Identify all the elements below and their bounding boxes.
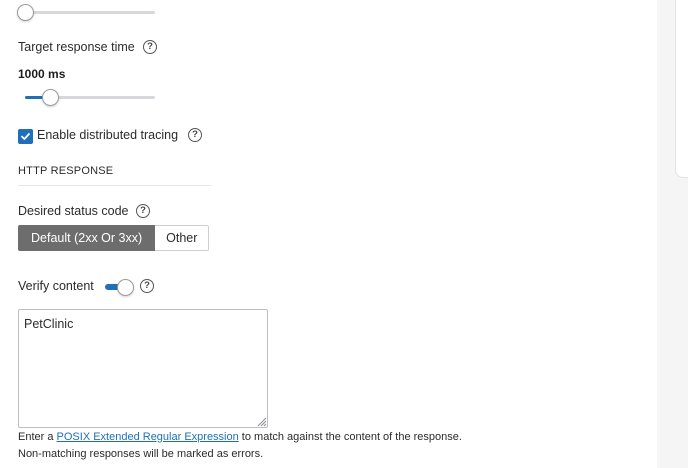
verify-content-label: Verify content	[18, 279, 94, 293]
resize-grip-icon[interactable]	[255, 415, 267, 427]
hint-suffix: to match against the content of the resp…	[238, 431, 462, 443]
target-response-slider[interactable]	[25, 89, 155, 106]
verify-content-textarea[interactable]	[18, 309, 268, 428]
target-response-value: 1000 ms	[18, 67, 66, 81]
check-icon	[21, 133, 30, 140]
status-code-segmented-control: Default (2xx Or 3xx) Other	[18, 225, 210, 251]
top-slider[interactable]	[17, 4, 155, 21]
help-circle-icon[interactable]: ?	[188, 128, 202, 142]
slider-thumb[interactable]	[17, 4, 34, 21]
toggle-thumb[interactable]	[117, 279, 134, 296]
tracing-label[interactable]: Enable distributed tracing	[37, 128, 178, 142]
posix-regex-link[interactable]: POSIX Extended Regular Expression	[57, 431, 239, 443]
status-code-label: Desired status code	[18, 204, 129, 218]
section-divider	[18, 185, 211, 186]
section-title: HTTP RESPONSE	[18, 165, 114, 177]
hint-line-2: Non-matching responses will be marked as…	[18, 448, 264, 460]
target-response-label: Target response time	[18, 40, 135, 54]
regex-hint: Enter a POSIX Extended Regular Expressio…	[18, 431, 462, 443]
slider-thumb[interactable]	[41, 89, 59, 106]
help-circle-icon[interactable]: ?	[136, 204, 150, 218]
help-circle-icon[interactable]: ?	[143, 40, 157, 54]
slider-track	[25, 11, 155, 14]
hint-prefix: Enter a	[18, 431, 57, 443]
help-circle-icon[interactable]: ?	[140, 279, 154, 293]
verify-content-toggle[interactable]	[105, 279, 134, 296]
status-option-other[interactable]: Other	[155, 225, 210, 251]
tracing-checkbox[interactable]	[18, 129, 33, 144]
settings-panel: Target response time ? 1000 ms Enable di…	[0, 0, 657, 468]
side-card	[675, 0, 688, 178]
status-option-default[interactable]: Default (2xx Or 3xx)	[18, 225, 156, 251]
